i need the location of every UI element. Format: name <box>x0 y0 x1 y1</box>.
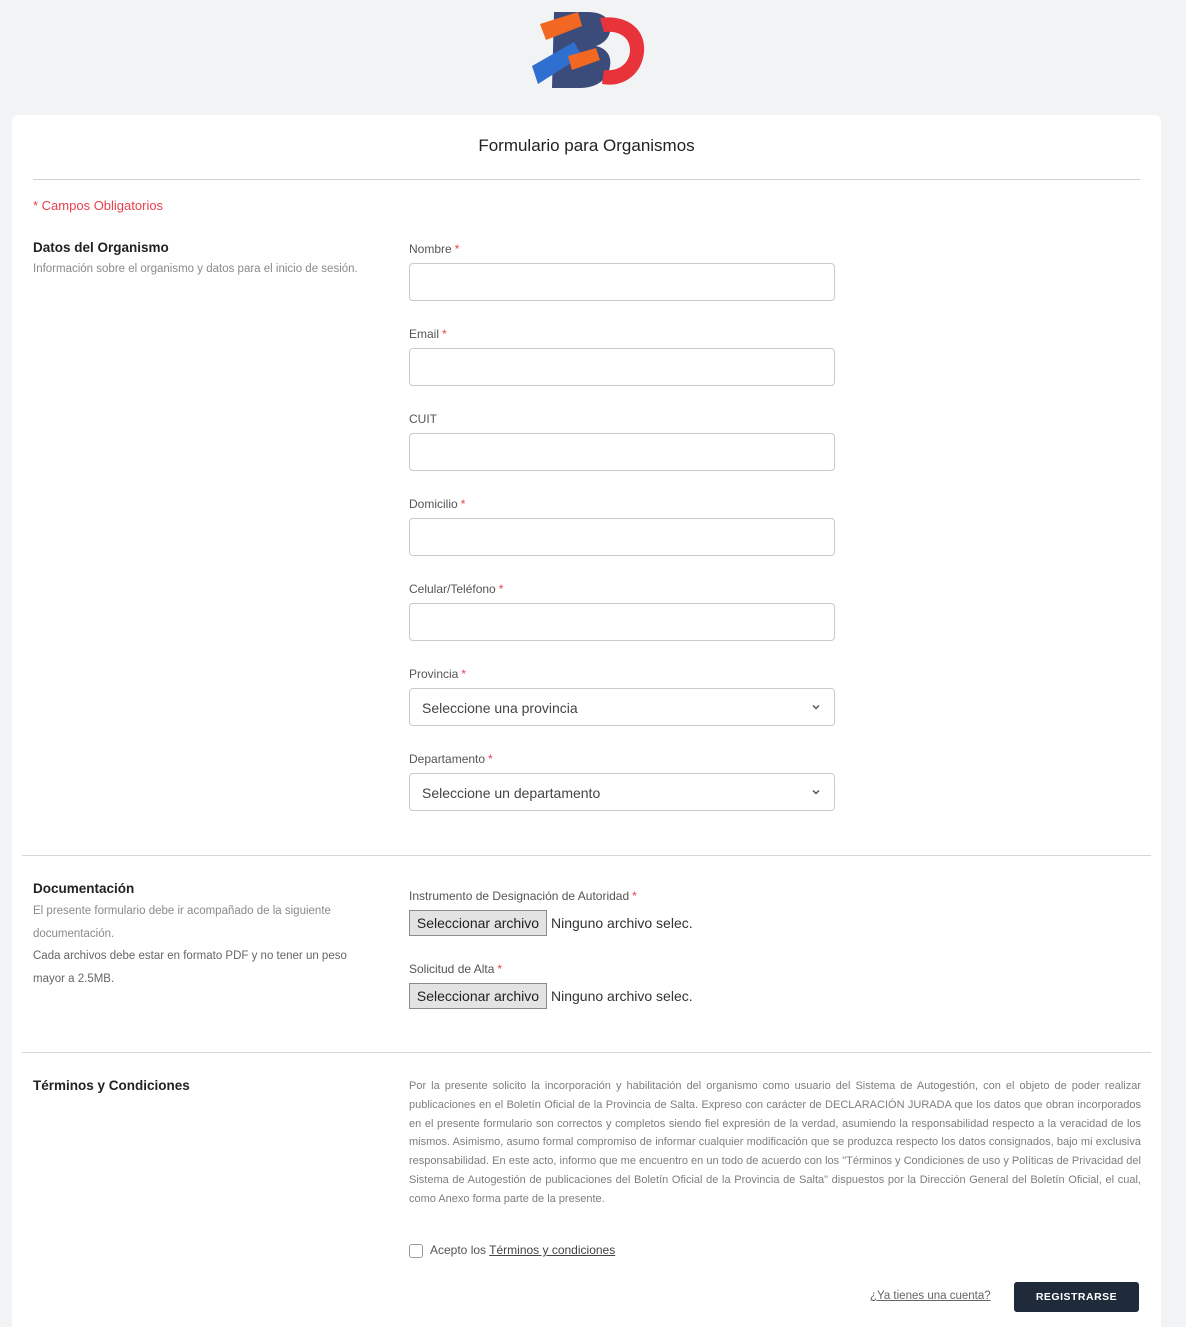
provincia-label: Provincia * <box>409 667 467 681</box>
email-label: Email * <box>409 327 447 341</box>
cuit-input[interactable] <box>409 433 835 471</box>
accept-terms-checkbox[interactable] <box>409 1244 423 1258</box>
instrumento-label: Instrumento de Designación de Autoridad * <box>409 889 637 903</box>
section-heading-documentacion: Documentación <box>33 881 135 896</box>
required-marker: * <box>454 242 460 256</box>
telefono-input[interactable] <box>409 603 835 641</box>
required-marker: * <box>488 752 493 766</box>
solicitud-file-input: Seleccionar archivo Ninguno archivo sele… <box>409 983 835 1011</box>
required-marker: * <box>442 327 447 341</box>
required-marker: * <box>497 962 503 976</box>
register-button[interactable]: REGISTRARSE <box>1014 1282 1139 1312</box>
form-title: Formulario para Organismos <box>478 136 695 155</box>
required-marker: * <box>460 497 466 511</box>
domicilio-label: Domicilio * <box>409 497 466 511</box>
chevron-down-icon <box>812 704 820 710</box>
section-description-documentacion: El presente formulario debe ir acompañad… <box>33 905 331 940</box>
instrumento-file-status: Ninguno archivo selec. <box>551 915 693 931</box>
required-marker: * <box>461 667 467 681</box>
nombre-label: Nombre * <box>409 242 460 256</box>
registration-card: Formulario para Organismos * Campos Obli… <box>12 115 1161 1327</box>
terms-link[interactable]: Términos y condiciones <box>489 1243 615 1257</box>
provincia-selected-value: Seleccione una provincia <box>422 700 578 716</box>
email-input[interactable] <box>409 348 835 386</box>
required-marker: * <box>632 889 637 903</box>
required-marker: * <box>498 582 504 596</box>
section-heading-organismo: Datos del Organismo <box>33 240 169 255</box>
chevron-down-icon <box>812 789 820 795</box>
cuit-label: CUIT <box>409 412 437 426</box>
file-format-note: Cada archivos debe estar en formato PDF … <box>33 950 347 985</box>
nombre-input[interactable] <box>409 263 835 301</box>
departamento-selected-value: Seleccione un departamento <box>422 785 601 801</box>
provincia-select[interactable]: Seleccione una provincia <box>409 688 835 726</box>
instrumento-file-input: Seleccionar archivo Ninguno archivo sele… <box>409 910 835 938</box>
login-link[interactable]: ¿Ya tienes una cuenta? <box>870 1290 991 1302</box>
bo-logo <box>532 12 645 88</box>
section-divider <box>22 1052 1151 1053</box>
section-divider <box>22 855 1151 856</box>
departamento-label: Departamento * <box>409 752 493 766</box>
instrumento-select-file-button[interactable]: Seleccionar archivo <box>409 910 547 936</box>
terms-text: Por la presente solicito la incorporació… <box>409 1080 1141 1205</box>
accept-terms-label: Acepto los Términos y condiciones <box>430 1243 616 1257</box>
solicitud-label: Solicitud de Alta * <box>409 962 503 976</box>
section-description-organismo: Información sobre el organismo y datos p… <box>33 263 358 275</box>
required-fields-note: * Campos Obligatorios <box>33 198 164 213</box>
solicitud-file-status: Ninguno archivo selec. <box>551 988 693 1004</box>
title-divider <box>33 179 1140 180</box>
domicilio-input[interactable] <box>409 518 835 556</box>
telefono-label: Celular/Teléfono * <box>409 582 504 596</box>
departamento-select[interactable]: Seleccione un departamento <box>409 773 835 811</box>
solicitud-select-file-button[interactable]: Seleccionar archivo <box>409 983 547 1009</box>
section-heading-terminos: Términos y Condiciones <box>33 1078 190 1093</box>
